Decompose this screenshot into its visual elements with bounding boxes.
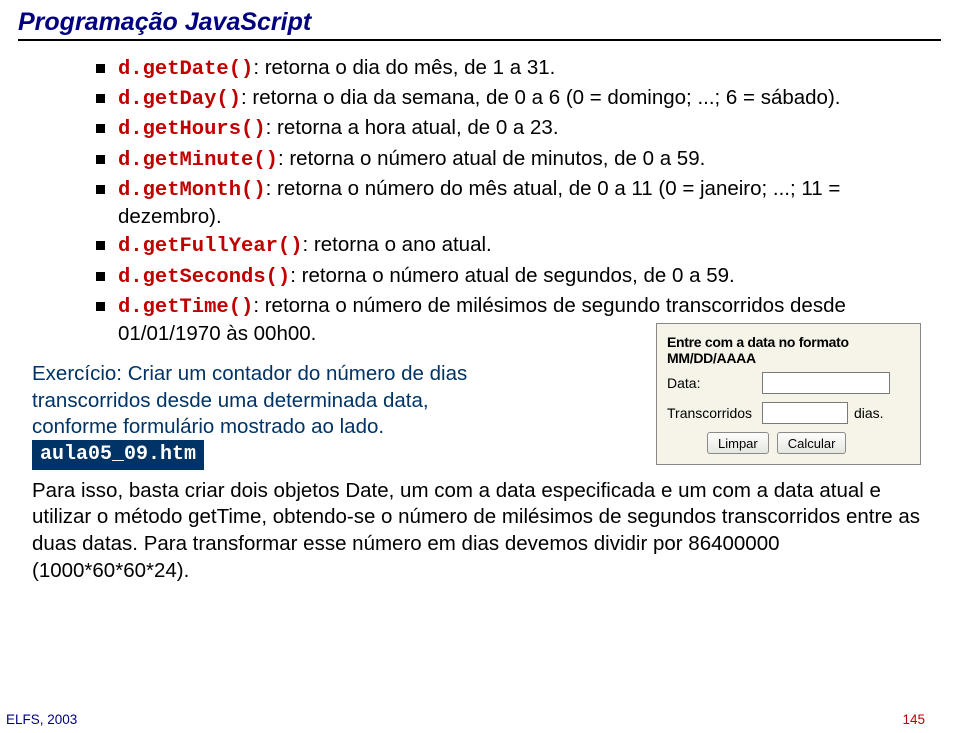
code-span: d.getMinute(): [118, 149, 278, 172]
data-label: Data:: [667, 375, 762, 391]
exercise-file: aula05_09.htm: [32, 440, 204, 470]
explanation-paragraph: Para isso, basta criar dois objetos Date…: [32, 478, 927, 585]
bullet-icon: [96, 272, 105, 281]
bullet-icon: [96, 302, 105, 311]
code-span: d.getHours(): [118, 118, 266, 141]
bullet-icon: [96, 241, 105, 250]
bullet-item: d.getMonth(): retorna o número do mês at…: [96, 176, 941, 230]
bullet-icon: [96, 64, 105, 73]
exercise-text: Exercício: Criar um contador do número d…: [32, 362, 467, 437]
trans-label: Transcorridos: [667, 405, 762, 421]
bullet-item: d.getDay(): retorna o dia da semana, de …: [96, 85, 941, 113]
calc-button[interactable]: Calcular: [777, 432, 847, 454]
bullet-item: d.getSeconds(): retorna o número atual d…: [96, 263, 941, 291]
bullet-item: d.getMinute(): retorna o número atual de…: [96, 146, 941, 174]
bullet-text: : retorna o ano atual.: [303, 233, 492, 256]
bullet-item: d.getDate(): retorna o dia do mês, de 1 …: [96, 55, 941, 83]
bullet-text: : retorna o número atual de segundos, de…: [290, 264, 734, 287]
clear-button[interactable]: Limpar: [707, 432, 769, 454]
code-span: d.getDate(): [118, 58, 253, 81]
bullet-text: : retorna o número atual de minutos, de …: [278, 147, 705, 170]
bullet-text: : retorna o dia do mês, de 1 a 31.: [253, 56, 555, 79]
bullet-text: : retorna o dia da semana, de 0 a 6 (0 =…: [241, 86, 840, 109]
footer-left: ELFS, 2003: [6, 712, 77, 727]
bullet-item: d.getHours(): retorna a hora atual, de 0…: [96, 115, 941, 143]
bullet-icon: [96, 94, 105, 103]
code-span: d.getMonth(): [118, 179, 266, 202]
footer: ELFS, 2003 145: [6, 712, 925, 727]
data-input[interactable]: [762, 372, 890, 394]
footer-right: 145: [902, 712, 925, 727]
code-span: d.getSeconds(): [118, 266, 290, 289]
dias-suffix: dias.: [854, 405, 884, 421]
page-title: Programação JavaScript: [18, 8, 941, 39]
bullet-icon: [96, 124, 105, 133]
bullet-item: d.getFullYear(): retorna o ano atual.: [96, 232, 941, 260]
bullet-icon: [96, 185, 105, 194]
form-legend: Entre com a data no formato MM/DD/AAAA: [667, 334, 910, 366]
bullet-list: d.getDate(): retorna o dia do mês, de 1 …: [96, 55, 941, 347]
trans-input[interactable]: [762, 402, 848, 424]
bullet-text: : retorna a hora atual, de 0 a 23.: [266, 116, 559, 139]
sample-form: Entre com a data no formato MM/DD/AAAA D…: [656, 323, 921, 465]
title-rule: [18, 39, 941, 41]
bullet-icon: [96, 155, 105, 164]
exercise-paragraph: Exercício: Criar um contador do número d…: [32, 361, 472, 469]
code-span: d.getTime(): [118, 296, 253, 319]
code-span: d.getFullYear(): [118, 235, 303, 258]
code-span: d.getDay(): [118, 88, 241, 111]
